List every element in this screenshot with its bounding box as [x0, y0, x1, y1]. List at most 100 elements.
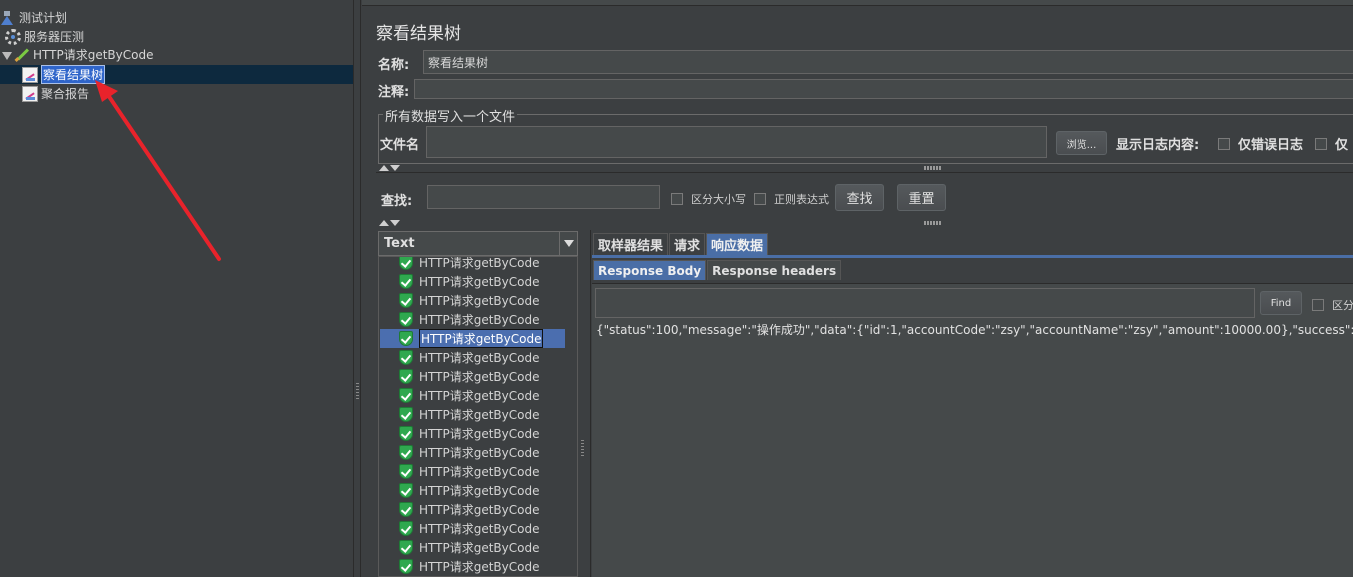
list-item[interactable]: HTTP请求getByCode [380, 538, 565, 557]
tree-item-view-results-tree[interactable]: 察看结果树 [0, 65, 353, 84]
collapse-up-icon [379, 165, 389, 171]
tree-expand-icon[interactable] [2, 52, 12, 60]
list-item[interactable]: HTTP请求getByCode [380, 500, 565, 519]
response-subtabs: Response Body Response headers [593, 260, 842, 280]
divider-grip-icon[interactable] [924, 166, 942, 170]
list-item[interactable]: HTTP请求getByCode [380, 462, 565, 481]
list-item-label: HTTP请求getByCode [419, 446, 540, 460]
success-shield-icon [399, 369, 413, 384]
checkbox-icon [671, 193, 683, 205]
errors-only-label: 仅错误日志 [1238, 138, 1304, 153]
tree-item-thread-group[interactable]: 服务器压测 [5, 27, 84, 46]
list-item[interactable]: HTTP请求getByCode [380, 256, 565, 272]
http-sampler-pen-icon [14, 47, 30, 63]
log-content-label: 显示日志内容: [1116, 138, 1200, 153]
response-content-area: Find 区分 {"status":100,"message":"操作成功","… [592, 283, 1353, 577]
regex-label: 正则表达式 [774, 193, 829, 206]
response-case-label: 区分 [1332, 299, 1353, 312]
tree-item-aggregate-report[interactable]: 聚合报告 [22, 84, 89, 103]
case-sensitive-checkbox[interactable]: 区分大小写 [671, 191, 746, 207]
splitter-grip-icon [356, 383, 359, 399]
list-item-label: HTTP请求getByCode [419, 389, 540, 403]
tree-item-test-plan[interactable]: 测试计划 [0, 8, 67, 27]
list-item[interactable]: HTTP请求getByCode [380, 557, 565, 576]
success-shield-icon [399, 502, 413, 517]
file-group-title: 所有数据写入一个文件 [383, 106, 518, 125]
name-input[interactable] [423, 50, 1353, 74]
success-shield-icon [399, 312, 413, 327]
success-only-checkbox[interactable]: 仅 [1315, 134, 1348, 153]
browse-button[interactable]: 浏览... [1056, 131, 1107, 155]
checkbox-icon [1218, 137, 1230, 150]
tree-item-label: 测试计划 [19, 11, 68, 25]
list-item-label: HTTP请求getByCode [419, 541, 540, 555]
list-item[interactable]: HTTP请求getByCode [380, 481, 565, 500]
comment-label: 注释: [378, 85, 410, 100]
tree-item-http-sampler[interactable]: HTTP请求getByCode [14, 45, 153, 64]
regex-checkbox[interactable]: 正则表达式 [754, 191, 829, 207]
chevron-down-icon[interactable] [559, 232, 577, 255]
list-item-label: HTTP请求getByCode [419, 275, 540, 289]
list-item-label: HTTP请求getByCode [419, 465, 540, 479]
splitter-grip-icon[interactable] [581, 440, 584, 456]
filename-input[interactable] [426, 126, 1047, 158]
list-item[interactable]: HTTP请求getByCode [380, 272, 565, 291]
divider-grip-icon[interactable] [924, 221, 942, 225]
tab-response-body[interactable]: Response Body [593, 260, 707, 280]
tab-sampler-result[interactable]: 取样器结果 [593, 233, 669, 255]
list-item-label: HTTP请求getByCode [419, 313, 540, 327]
success-shield-icon [399, 257, 413, 270]
detail-tabs: 取样器结果 请求 响应数据 [593, 233, 769, 255]
tree-item-label: HTTP请求getByCode [33, 48, 154, 62]
response-search-input[interactable] [595, 288, 1255, 318]
success-shield-icon [399, 559, 413, 574]
listener-chart-icon [22, 85, 38, 102]
tab-underline [592, 255, 1353, 258]
renderer-select[interactable]: Text [378, 231, 578, 256]
expand-down-icon [390, 165, 400, 171]
main-splitter[interactable] [353, 0, 361, 577]
search-input[interactable] [427, 185, 660, 209]
test-plan-flask-icon [0, 10, 16, 26]
success-shield-icon [399, 540, 413, 555]
tab-response-headers[interactable]: Response headers [707, 260, 842, 280]
list-item[interactable]: HTTP请求getByCode [380, 443, 565, 462]
list-item-label: HTTP请求getByCode [419, 427, 540, 441]
reset-button[interactable]: 重置 [897, 184, 946, 211]
tab-response-data[interactable]: 响应数据 [706, 233, 769, 255]
divider [376, 172, 1353, 173]
success-shield-icon [399, 521, 413, 536]
list-item-label: HTTP请求getByCode [419, 351, 540, 365]
checkbox-icon [1312, 299, 1324, 311]
list-item-label: HTTP请求getByCode [419, 560, 540, 574]
list-item[interactable]: HTTP请求getByCode [380, 367, 565, 386]
expand-down-icon [390, 220, 400, 226]
response-case-checkbox[interactable]: 区分 [1312, 297, 1353, 313]
errors-only-checkbox[interactable]: 仅错误日志 [1218, 134, 1303, 153]
list-item[interactable]: HTTP请求getByCode [380, 405, 565, 424]
tree-item-label: 服务器压测 [24, 30, 85, 44]
collapse-expand-toggle[interactable] [379, 165, 400, 171]
thread-group-gear-icon [5, 28, 21, 45]
response-find-button[interactable]: Find [1260, 291, 1302, 315]
list-item[interactable]: HTTP请求getByCode [380, 386, 565, 405]
list-item[interactable]: HTTP请求getByCode [380, 329, 565, 348]
list-item[interactable]: HTTP请求getByCode [380, 348, 565, 367]
find-button[interactable]: 查找 [835, 184, 884, 211]
list-item[interactable]: HTTP请求getByCode [380, 291, 565, 310]
result-detail-pane: 取样器结果 请求 响应数据 Response Body Response hea… [590, 230, 1353, 577]
list-item-label: HTTP请求getByCode [419, 294, 540, 308]
success-only-label: 仅 [1335, 138, 1349, 153]
filename-label: 文件名 [380, 138, 420, 153]
list-item[interactable]: HTTP请求getByCode [380, 424, 565, 443]
list-item-label: HTTP请求getByCode [419, 370, 540, 384]
sample-result-list: HTTP请求getByCode HTTP请求getByCode HTTP请求getB… [378, 256, 578, 577]
list-item-label: HTTP请求getByCode [419, 256, 540, 270]
success-shield-icon [399, 445, 413, 460]
list-item[interactable]: HTTP请求getByCode [380, 519, 565, 538]
tab-request[interactable]: 请求 [669, 233, 706, 255]
success-shield-icon [399, 350, 413, 365]
comment-input[interactable] [414, 79, 1353, 99]
collapse-expand-toggle[interactable] [379, 220, 400, 226]
list-item[interactable]: HTTP请求getByCode [380, 310, 565, 329]
